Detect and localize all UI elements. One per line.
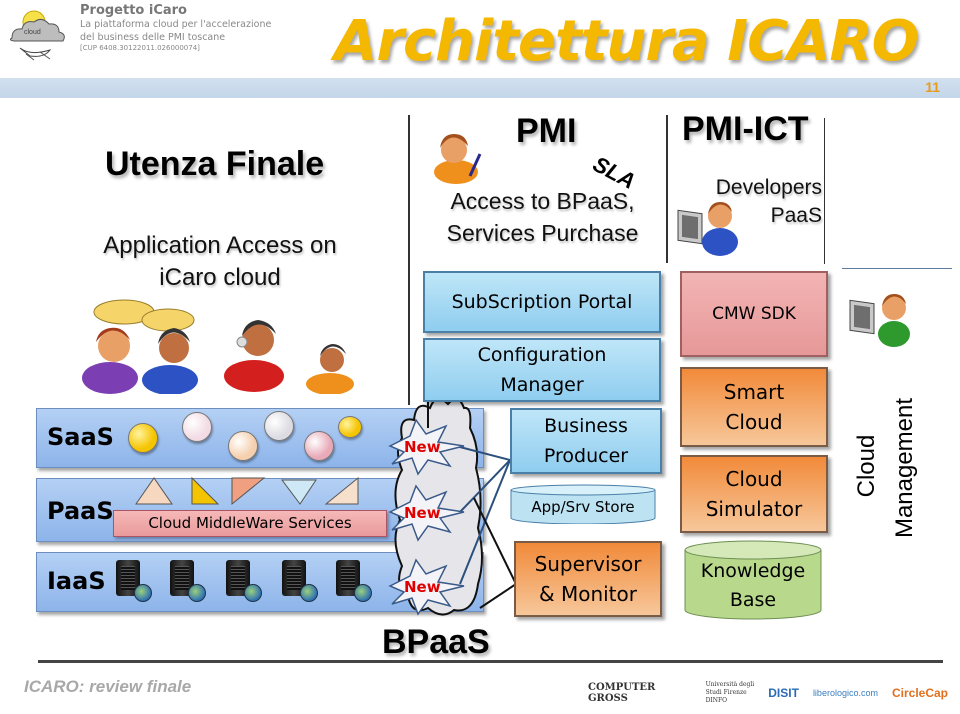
user-orange-icon	[306, 344, 354, 395]
business-producer-box: Business Producer	[510, 408, 662, 474]
end-user-heading: Utenza Finale	[105, 145, 325, 183]
subscription-portal-box: SubScription Portal	[423, 271, 661, 333]
end-user-description-2: iCaro cloud	[159, 264, 281, 291]
globe-icon	[300, 584, 318, 602]
smart-cloud-label-2: Cloud	[725, 410, 783, 434]
globe-icon	[354, 584, 372, 602]
sponsor-unifi-logo: Università degli Studi Firenze DINFO	[705, 681, 755, 704]
new-badge-saas: New	[404, 438, 441, 456]
divider-line	[666, 115, 668, 263]
user-blue-icon	[142, 328, 198, 395]
cloud-simulator-label-1: Cloud	[725, 467, 783, 491]
footer-text: ICARO: review finale	[24, 677, 192, 696]
bpaas-label: BPaaS	[382, 623, 490, 661]
project-subtitle-line-1: La piattaforma cloud per l'accelerazione	[80, 19, 272, 30]
knowledge-base-label-2: Base	[729, 589, 777, 611]
smart-cloud-label-1: Smart	[723, 380, 785, 404]
knowledge-base-label-1: Knowledge	[700, 560, 806, 582]
cloud-management-label-2: Management	[891, 397, 918, 539]
sponsor-circlecap-logo: CircleCap	[891, 686, 948, 700]
project-logo: cloud	[6, 4, 70, 62]
developer-computer-icon	[677, 202, 738, 256]
footer-divider	[38, 660, 943, 663]
title-band	[0, 78, 960, 98]
divider-line	[824, 118, 825, 264]
supervisor-monitor-box: Supervisor & Monitor	[514, 541, 662, 617]
configuration-manager-label-2: Manager	[500, 374, 584, 396]
divider-line	[408, 115, 410, 405]
new-badge-paas: New	[404, 504, 441, 522]
smart-cloud-box: Smart Cloud	[680, 367, 828, 447]
project-subtitle-line-2: del business delle PMI toscane	[80, 32, 226, 43]
configuration-manager-box: Configuration Manager	[423, 338, 661, 402]
sponsor-disit-logo: DISIT	[768, 686, 799, 700]
layer-paas-label: PaaS	[47, 497, 114, 525]
pmi-description-2: Services Purchase	[446, 220, 639, 246]
business-producer-label-2: Producer	[543, 445, 629, 467]
saas-service-ball	[128, 423, 158, 453]
project-cup-code: [CUP 6408.30122011.026000074]	[80, 44, 200, 52]
user-headset-icon	[224, 320, 284, 392]
paas-triangle-icon	[135, 477, 173, 505]
pmi-ict-heading: PMI-ICT	[682, 110, 809, 148]
globe-icon	[244, 584, 262, 602]
paas-triangle-icon	[281, 479, 317, 505]
new-badge-iaas: New	[404, 578, 441, 596]
cmw-sdk-label: CMW SDK	[712, 304, 796, 324]
cmw-sdk-box: CMW SDK	[680, 271, 828, 357]
user-purple-icon	[82, 327, 138, 394]
paas-triangle-icon	[191, 476, 220, 505]
saas-service-ball	[228, 431, 258, 461]
project-title: Progetto iCaro	[80, 3, 187, 18]
subscription-portal-label: SubScription Portal	[451, 291, 633, 313]
supervisor-monitor-label-2: & Monitor	[539, 582, 637, 606]
page-title: Architettura ICARO	[334, 9, 919, 74]
app-store-cylinder: App/Srv Store	[510, 484, 656, 524]
saas-service-ball	[338, 416, 362, 438]
speech-bubble-icon	[93, 299, 195, 332]
sponsor-logos: COMPUTER GROSS Università degli Studi Fi…	[588, 676, 948, 710]
cloud-simulator-label-2: Simulator	[705, 497, 803, 521]
pmi-description-1: Access to BPaaS,	[450, 188, 635, 214]
configuration-manager-label-1: Configuration	[477, 344, 607, 366]
bpaas-cloud	[388, 398, 517, 616]
pmi-user-icon	[434, 134, 482, 184]
cloud-management-label-1: Cloud	[853, 434, 880, 498]
paas-service-triangles	[135, 476, 359, 506]
layer-saas-label: SaaS	[47, 423, 114, 451]
sponsor-computer-gross-logo: COMPUTER GROSS	[588, 682, 656, 704]
sponsor-liberologico-logo: liberologico.com	[812, 688, 878, 698]
pmi-heading: PMI	[516, 112, 577, 150]
layer-iaas-label: IaaS	[47, 567, 106, 595]
divider-line	[842, 268, 952, 269]
globe-icon	[188, 584, 206, 602]
admin-computer-icon	[849, 294, 910, 347]
page-number: 11	[925, 79, 940, 95]
supervisor-monitor-label-1: Supervisor	[534, 552, 642, 576]
end-users-illustration	[74, 298, 374, 395]
business-producer-label-1: Business	[544, 415, 628, 437]
app-store-label: App/Srv Store	[531, 498, 635, 516]
saas-service-ball	[264, 411, 294, 441]
logo-cloud-label: cloud	[24, 29, 41, 36]
saas-service-ball	[182, 412, 212, 442]
cloud-simulator-box: Cloud Simulator	[680, 455, 828, 533]
cloud-middleware-services: Cloud MiddleWare Services	[113, 510, 387, 537]
paas-triangle-icon	[324, 476, 359, 505]
globe-icon	[134, 584, 152, 602]
paas-triangle-icon	[231, 477, 266, 506]
knowledge-base-cylinder: Knowledge Base	[684, 540, 822, 620]
saas-service-ball	[304, 431, 334, 461]
end-user-description-1: Application Access on	[103, 232, 337, 259]
